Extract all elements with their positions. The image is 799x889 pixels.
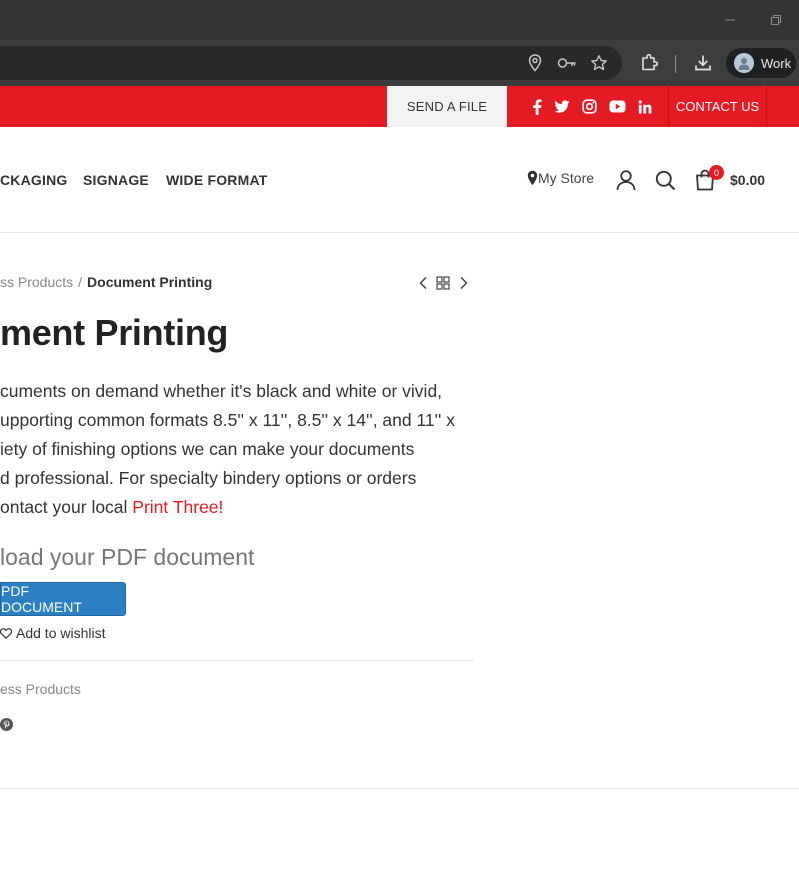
nav-item-packaging[interactable]: CKAGING (0, 172, 68, 188)
profile-label: Work (761, 55, 792, 71)
breadcrumb-current: Document Printing (87, 274, 213, 290)
site-header: CKAGING SIGNAGE WIDE FORMAT My Store 0 $… (0, 127, 799, 233)
breadcrumb-parent-link[interactable]: ss Products (0, 274, 73, 290)
linkedin-icon[interactable] (631, 86, 659, 127)
cart-count-badge: 0 (709, 165, 724, 180)
youtube-icon[interactable] (603, 86, 631, 127)
my-store-label: My Store (538, 170, 595, 186)
cart-total[interactable]: $0.00 (730, 172, 765, 188)
facebook-icon[interactable] (523, 86, 551, 127)
previous-product-icon[interactable] (415, 275, 431, 291)
key-icon[interactable] (555, 51, 579, 75)
twitter-icon[interactable] (548, 86, 576, 127)
description-line: ontact your local Print Three! (0, 493, 480, 522)
product-title: ment Printing (0, 312, 229, 353)
profile-button[interactable]: Work (726, 48, 796, 78)
nav-item-wide-format[interactable]: WIDE FORMAT (166, 172, 267, 188)
description-line: upporting common formats 8.5'' x 11'', 8… (0, 410, 455, 430)
breadcrumb-separator: / (78, 274, 83, 290)
instagram-icon[interactable] (575, 86, 603, 127)
category-link[interactable]: ess Products (0, 681, 81, 697)
top-bar: SEND A FILE CONTACT US (0, 86, 799, 127)
topbar-divider (766, 86, 767, 127)
restore-icon[interactable] (768, 12, 784, 28)
account-icon[interactable] (614, 168, 638, 192)
search-icon[interactable] (653, 168, 677, 192)
upload-pdf-button[interactable]: PDF DOCUMENT (0, 582, 126, 616)
my-store-link[interactable]: My Store (527, 170, 594, 186)
nav-item-signage[interactable]: SIGNAGE (83, 172, 149, 188)
send-file-button[interactable]: SEND A FILE (387, 86, 507, 127)
add-to-wishlist-link[interactable]: Add to wishlist (0, 625, 105, 641)
upload-heading: load your PDF document (0, 544, 255, 570)
description-line: cuments on demand whether it's black and… (0, 381, 443, 401)
avatar (734, 53, 754, 73)
contact-us-link[interactable]: CONTACT US (669, 86, 766, 127)
grid-view-icon[interactable] (435, 275, 451, 291)
heart-icon (0, 627, 12, 639)
breadcrumb: ss Products / Document Printing (0, 274, 212, 290)
next-product-icon[interactable] (456, 275, 472, 291)
wishlist-label: Add to wishlist (16, 625, 106, 641)
toolbar-separator (675, 55, 676, 73)
description-line: iety of finishing options we can make yo… (0, 439, 415, 459)
divider (0, 788, 799, 789)
print-three-link[interactable]: Print Three! (132, 497, 223, 517)
description-line: d professional. For specialty bindery op… (0, 468, 417, 488)
location-icon[interactable] (523, 51, 547, 75)
star-icon[interactable] (587, 51, 611, 75)
browser-toolbar (0, 40, 799, 86)
product-description: cuments on demand whether it's black and… (0, 377, 480, 522)
download-icon[interactable] (691, 51, 715, 75)
pinterest-icon[interactable] (0, 718, 13, 731)
browser-titlebar (0, 0, 799, 40)
map-pin-icon (527, 170, 538, 186)
divider (0, 660, 474, 661)
description-text: ontact your local (0, 497, 133, 517)
minimize-icon[interactable] (722, 12, 738, 28)
extensions-icon[interactable] (637, 51, 661, 75)
